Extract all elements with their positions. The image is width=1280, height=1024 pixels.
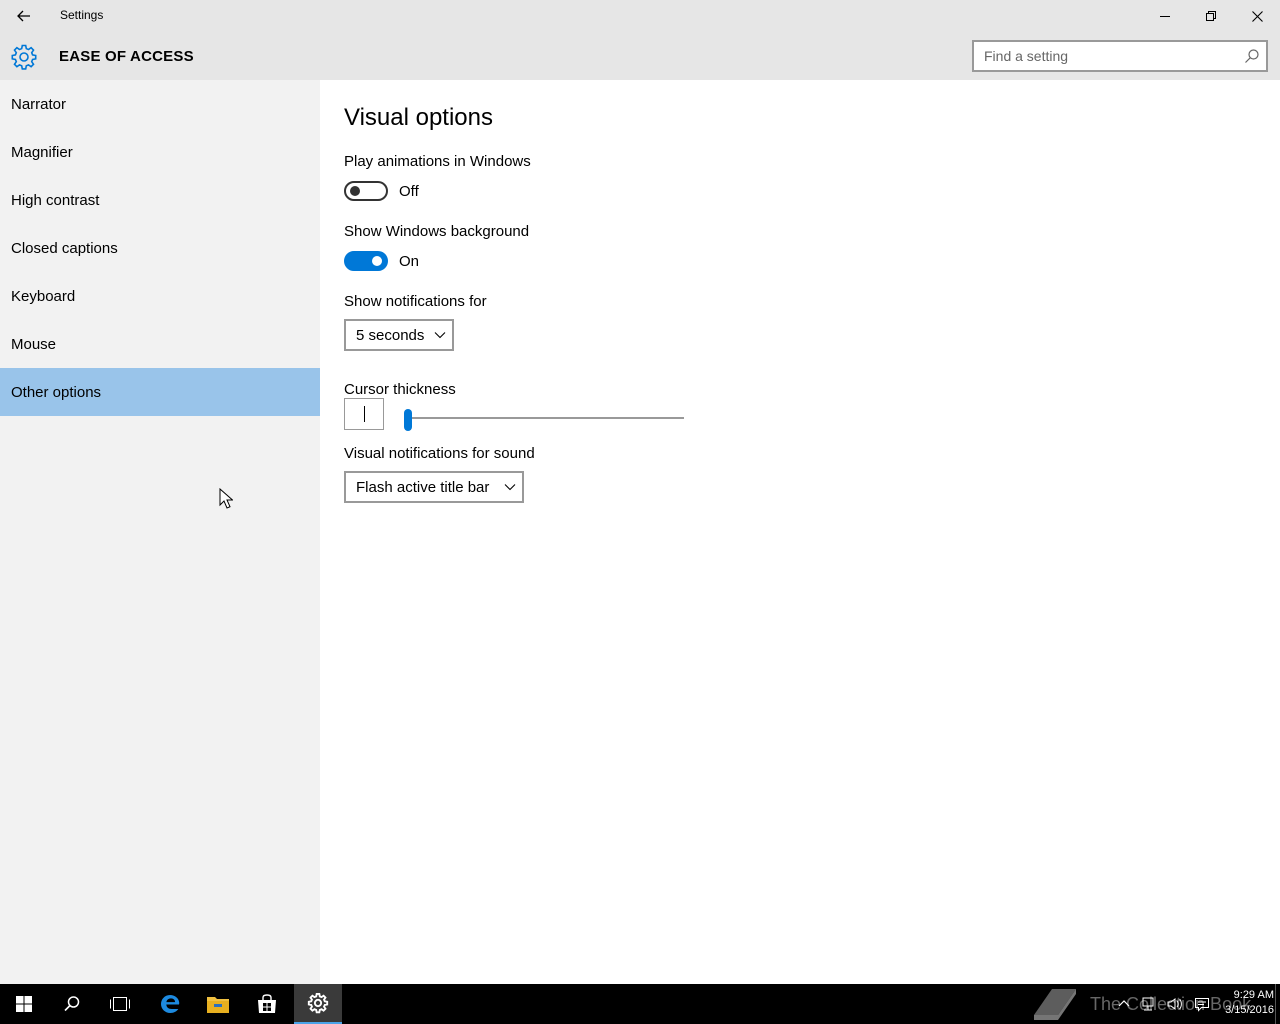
main-content: Visual options Play animations in Window…: [320, 80, 1280, 984]
system-tray: [1118, 990, 1210, 1018]
search-icon[interactable]: [1244, 48, 1260, 64]
task-view-icon: [110, 997, 130, 1011]
mouse-pointer-icon: [219, 488, 233, 509]
taskbar-search-button[interactable]: [48, 984, 96, 1024]
edge-icon: [161, 995, 180, 1013]
minimize-button[interactable]: [1142, 0, 1188, 32]
start-button[interactable]: [0, 984, 48, 1024]
search-box[interactable]: [972, 40, 1268, 72]
cursor-thickness-preview: [344, 398, 384, 430]
title-bar: Settings: [0, 0, 1280, 32]
sidebar-item-other-options[interactable]: Other options: [0, 368, 320, 416]
show-background-state: On: [399, 253, 420, 270]
close-icon: [1251, 10, 1263, 22]
show-background-toggle[interactable]: [344, 251, 388, 271]
show-background-label: Show Windows background: [344, 223, 530, 240]
notifications-dropdown[interactable]: 5 seconds: [344, 319, 454, 351]
chevron-up-icon[interactable]: [1118, 998, 1130, 1010]
visual-sound-selected: Flash active title bar: [356, 478, 490, 496]
clock-time: 9:29 AM: [1233, 989, 1274, 1001]
sidebar-item-label: Keyboard: [11, 287, 76, 305]
sidebar-item-keyboard[interactable]: Keyboard: [0, 272, 320, 320]
sidebar-item-mouse[interactable]: Mouse: [0, 320, 320, 368]
play-animations-state: Off: [399, 183, 419, 200]
back-button[interactable]: [0, 0, 48, 32]
sidebar-item-magnifier[interactable]: Magnifier: [0, 128, 320, 176]
sidebar-nav: Narrator Magnifier High contrast Closed …: [0, 80, 320, 984]
cursor-thickness-slider-thumb[interactable]: [404, 409, 412, 431]
chevron-down-icon: [434, 332, 446, 339]
gear-icon: [11, 44, 37, 70]
play-animations-label: Play animations in Windows: [344, 153, 531, 170]
window-title: Settings: [60, 8, 104, 22]
settings-header: EASE OF ACCESS: [0, 32, 1280, 80]
show-desktop-button[interactable]: [1275, 984, 1280, 1024]
minimize-icon: [1160, 16, 1170, 17]
play-animations-toggle[interactable]: [344, 181, 388, 201]
notifications-selected: 5 seconds: [356, 326, 425, 344]
page-title: Visual options: [344, 104, 493, 131]
close-button[interactable]: [1234, 0, 1280, 32]
volume-icon[interactable]: [1166, 996, 1184, 1012]
store-icon: [258, 994, 276, 1013]
sidebar-item-label: Other options: [11, 383, 102, 401]
sidebar-item-narrator[interactable]: Narrator: [0, 80, 320, 128]
task-view-button[interactable]: [96, 984, 144, 1024]
sidebar-item-label: Narrator: [11, 95, 67, 113]
toggle-knob: [350, 186, 360, 196]
restore-button[interactable]: [1188, 0, 1234, 32]
clock-date: 3/15/2016: [1225, 1004, 1274, 1016]
sidebar-item-label: High contrast: [11, 191, 100, 209]
sidebar-item-high-contrast[interactable]: High contrast: [0, 176, 320, 224]
store-button[interactable]: [243, 984, 291, 1024]
visual-sound-label: Visual notifications for sound: [344, 445, 535, 462]
search-input[interactable]: [974, 42, 1234, 70]
sidebar-item-label: Mouse: [11, 335, 57, 353]
book-icon: [1034, 989, 1076, 1020]
taskbar: The Collection Book 9:29 AM 3/15/2016: [0, 984, 1280, 1024]
sidebar-item-closed-captions[interactable]: Closed captions: [0, 224, 320, 272]
start-icon: [16, 996, 32, 1012]
file-explorer-button[interactable]: [194, 984, 242, 1024]
search-icon: [64, 996, 80, 1012]
cursor-thickness-label: Cursor thickness: [344, 381, 456, 398]
back-arrow-icon: [17, 10, 30, 22]
cursor-thickness-slider-track[interactable]: [404, 417, 684, 419]
settings-icon: [307, 993, 329, 1014]
taskbar-clock[interactable]: 9:29 AM 3/15/2016: [1208, 988, 1274, 1018]
edge-button[interactable]: [146, 984, 194, 1024]
sidebar-item-label: Magnifier: [11, 143, 73, 161]
text-cursor-icon: [364, 406, 365, 422]
sidebar-item-label: Closed captions: [11, 239, 118, 257]
restore-icon: [1206, 11, 1216, 21]
settings-taskbar-button[interactable]: [294, 984, 342, 1024]
notifications-label: Show notifications for: [344, 293, 487, 310]
file-explorer-icon: [207, 997, 229, 1013]
toggle-knob: [372, 256, 382, 266]
visual-sound-dropdown[interactable]: Flash active title bar: [344, 471, 524, 503]
section-title: EASE OF ACCESS: [59, 48, 194, 65]
network-icon[interactable]: [1140, 996, 1156, 1012]
chevron-down-icon: [504, 484, 516, 491]
